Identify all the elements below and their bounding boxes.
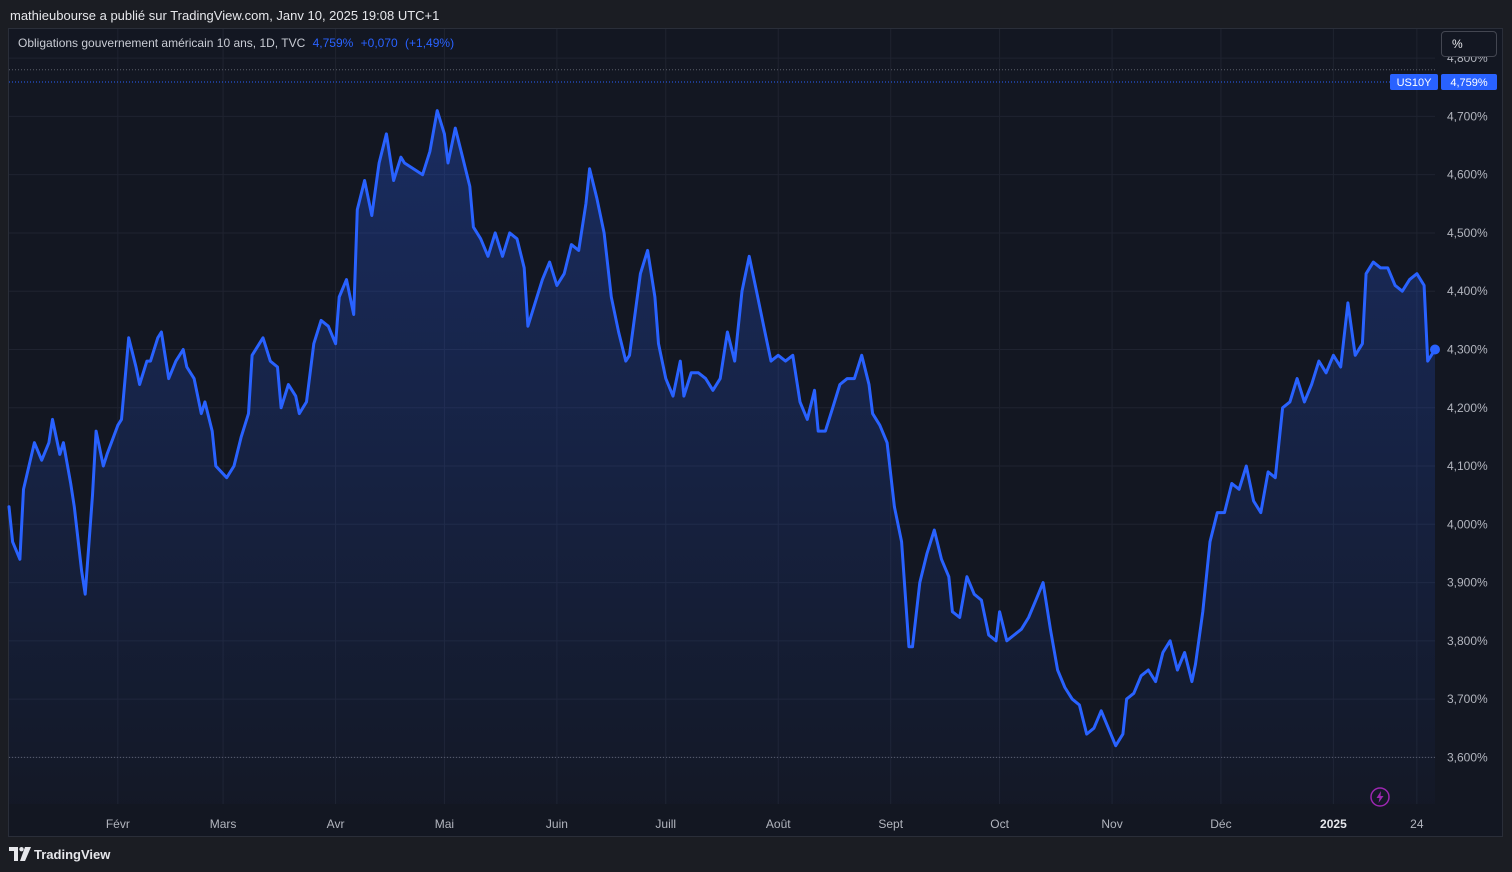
y-tick-label: 4,700% xyxy=(1447,109,1488,123)
x-axis[interactable]: Févr Mars Avr Mai Juin Juill Août Sept Oct Nov Déc… xyxy=(106,817,1424,831)
footer-bar xyxy=(0,842,1512,872)
y-tick-label: 4,500% xyxy=(1447,226,1488,240)
x-tick-label: 24 xyxy=(1410,817,1424,831)
y-tick-label: 4,600% xyxy=(1447,168,1488,182)
unit-toggle-button[interactable]: % xyxy=(1441,31,1497,57)
x-tick-label: 2025 xyxy=(1320,817,1347,831)
x-tick-label: Mai xyxy=(435,817,454,831)
y-tick-label: 3,700% xyxy=(1447,692,1488,706)
legend-change: +0,070 xyxy=(360,36,398,50)
x-tick-label: Mars xyxy=(210,817,237,831)
y-tick-label: 3,800% xyxy=(1447,634,1488,648)
legend-change-pct: (+1,49%) xyxy=(405,36,455,50)
y-tick-label: 4,400% xyxy=(1447,284,1488,298)
tradingview-logo-icon[interactable] xyxy=(9,847,31,861)
brand-name[interactable]: TradingView xyxy=(34,847,110,862)
x-tick-label: Juin xyxy=(546,817,568,831)
x-tick-label: Nov xyxy=(1101,817,1122,831)
y-tick-label: 3,900% xyxy=(1447,576,1488,590)
series-legend[interactable]: Obligations gouvernement américain 10 an… xyxy=(18,36,454,50)
y-tick-label: 4,300% xyxy=(1447,342,1488,356)
legend-last-value: 4,759% xyxy=(312,36,354,50)
flash-icon[interactable] xyxy=(1369,786,1391,808)
y-tick-label: 4,000% xyxy=(1447,517,1488,531)
x-tick-label: Août xyxy=(766,817,791,831)
x-tick-label: Sept xyxy=(878,817,903,831)
y-tick-label: 4,200% xyxy=(1447,401,1488,415)
x-tick-label: Oct xyxy=(990,817,1009,831)
y-tick-label: 4,100% xyxy=(1447,459,1488,473)
ticker-tag: US10Y xyxy=(1397,77,1433,89)
price-chart[interactable]: 3,600% 3,700% 3,800% 3,900% 4,000% 4,100% 4,20… xyxy=(0,0,1512,842)
y-tick-label: 3,600% xyxy=(1447,750,1488,764)
x-tick-label: Juill xyxy=(655,817,676,831)
last-point-dot xyxy=(1430,344,1440,355)
value-tag: 4,759% xyxy=(1450,77,1488,89)
x-tick-label: Avr xyxy=(327,817,345,831)
legend-instrument: Obligations gouvernement américain 10 an… xyxy=(18,36,306,50)
y-axis[interactable]: 3,600% 3,700% 3,800% 3,900% 4,000% 4,100% 4,20… xyxy=(1447,51,1488,764)
x-tick-label: Févr xyxy=(106,817,130,831)
x-tick-label: Déc xyxy=(1210,817,1231,831)
